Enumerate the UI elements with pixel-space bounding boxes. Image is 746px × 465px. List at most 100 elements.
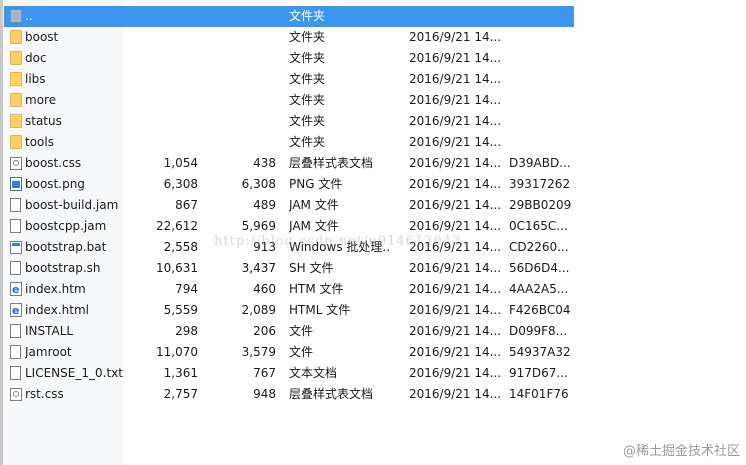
file-icon — [10, 324, 21, 338]
file-icon — [10, 261, 21, 275]
file-crc: 39317262 — [509, 177, 571, 191]
file-modified: 2016/9/21 14... — [409, 114, 501, 128]
file-row[interactable]: boost 文件夹 2016/9/21 14... — [4, 27, 574, 48]
html-file-icon — [10, 279, 22, 300]
file-row[interactable]: libs 文件夹 2016/9/21 14... — [4, 69, 574, 90]
file-row[interactable]: INSTALL 298 206 文件 2016/9/21 14... D099F8... — [4, 321, 574, 342]
brand-watermark: @稀土掘金技术社区 — [622, 444, 740, 459]
file-crc: 29BB0209 — [509, 198, 572, 212]
stylesheet-file-icon — [10, 157, 22, 170]
file-row-icon-cell — [8, 279, 24, 300]
file-crc: 14F01F76 — [509, 387, 569, 401]
file-row[interactable]: status 文件夹 2016/9/21 14... — [4, 111, 574, 132]
file-icon — [10, 198, 21, 212]
file-modified: 2016/9/21 14... — [409, 177, 501, 191]
file-type: 文件夹 — [289, 30, 326, 44]
file-size: 5,559 — [163, 303, 198, 317]
file-row[interactable]: index.html 5,559 2,089 HTML 文件 2016/9/21 14.… — [4, 300, 574, 321]
file-type: 文本文档 — [289, 366, 338, 380]
file-modified: 2016/9/21 14... — [409, 387, 501, 401]
folder-icon — [10, 51, 22, 65]
up-folder-icon — [10, 9, 22, 23]
file-row[interactable]: boost-build.jam 867 489 JAM 文件 2016/9/21 14.… — [4, 195, 574, 216]
file-modified: 2016/9/21 14... — [409, 51, 501, 65]
file-type: 文件夹 — [289, 93, 326, 107]
file-modified: 2016/9/21 14... — [409, 282, 501, 296]
file-row-icon-cell — [8, 384, 24, 405]
file-type: 文件 — [289, 324, 314, 338]
folder-icon — [10, 72, 22, 86]
file-row-icon-cell — [8, 111, 24, 132]
file-size: 6,308 — [163, 177, 198, 191]
file-size: 22,612 — [156, 219, 198, 233]
file-row-icon-cell — [8, 237, 24, 258]
file-type: PNG 文件 — [289, 177, 343, 191]
file-name: boost-build.jam — [25, 198, 119, 212]
file-modified: 2016/9/21 14... — [409, 303, 501, 317]
file-name: bootstrap.sh — [25, 261, 101, 275]
file-name: boost — [25, 30, 59, 44]
file-crc: 0C165C... — [509, 219, 568, 233]
file-modified: 2016/9/21 14... — [409, 366, 501, 380]
file-type: 文件夹 — [289, 135, 326, 149]
file-type: 文件 — [289, 345, 314, 359]
file-name: boost.png — [25, 177, 85, 191]
file-row[interactable]: more 文件夹 2016/9/21 14... — [4, 90, 574, 111]
file-type: 层叠样式表文档 — [289, 156, 374, 170]
file-modified: 2016/9/21 14... — [409, 198, 501, 212]
file-modified: 2016/9/21 14... — [409, 30, 501, 44]
file-row[interactable]: index.htm 794 460 HTM 文件 2016/9/21 14... 4AA2… — [4, 279, 574, 300]
file-row[interactable]: boost.css 1,054 438 层叠样式表文档 2016/9/21 14... D… — [4, 153, 574, 174]
file-row[interactable]: boost.png 6,308 6,308 PNG 文件 2016/9/21 14...… — [4, 174, 574, 195]
file-packed-size: 206 — [253, 324, 276, 338]
file-type: 文件夹 — [289, 9, 326, 23]
file-row-icon-cell — [8, 216, 24, 237]
file-row-icon-cell — [8, 27, 24, 48]
file-row-icon-cell — [8, 195, 24, 216]
file-row[interactable]: bootstrap.sh 10,631 3,437 SH 文件 2016/9/21 14… — [4, 258, 574, 279]
file-row[interactable]: bootstrap.bat 2,558 913 Windows 批处理... 2016/… — [4, 237, 574, 258]
file-name: .. — [25, 9, 33, 23]
stylesheet-file-icon — [10, 388, 22, 401]
image-file-icon — [10, 177, 22, 191]
folder-icon — [10, 114, 22, 128]
file-row[interactable]: boostcpp.jam 22,612 5,969 JAM 文件 2016/9/21 1… — [4, 216, 574, 237]
file-icon — [10, 219, 21, 233]
file-row[interactable]: .. 文件夹 — [4, 6, 574, 27]
file-modified: 2016/9/21 14... — [409, 345, 501, 359]
file-name: INSTALL — [25, 324, 74, 338]
file-icon — [10, 345, 21, 359]
file-packed-size: 438 — [253, 156, 276, 170]
file-type: Windows 批处理... — [289, 240, 389, 254]
file-type: JAM 文件 — [289, 219, 339, 233]
file-crc: F426BC04 — [509, 303, 571, 317]
file-name: bootstrap.bat — [25, 240, 107, 254]
file-row-icon-cell — [8, 132, 24, 153]
file-name: boost.css — [25, 156, 82, 170]
file-row-icon-cell — [8, 321, 24, 342]
file-row[interactable]: Jamroot 11,070 3,579 文件 2016/9/21 14... 54937… — [4, 342, 574, 363]
file-packed-size: 6,308 — [241, 177, 276, 191]
file-row-icon-cell — [8, 342, 24, 363]
file-name: boostcpp.jam — [25, 219, 107, 233]
file-name: rst.css — [25, 387, 64, 401]
file-type: 文件夹 — [289, 51, 326, 65]
folder-icon — [10, 30, 22, 44]
file-modified: 2016/9/21 14... — [409, 219, 501, 233]
file-crc: 917D67... — [509, 366, 568, 380]
file-packed-size: 5,969 — [241, 219, 276, 233]
file-row[interactable]: tools 文件夹 2016/9/21 14... — [4, 132, 574, 153]
file-row[interactable]: LICENSE_1_0.txt 1,361 767 文本文档 2016/9/21 14.… — [4, 363, 574, 384]
file-list[interactable]: .. 文件夹 boost 文件夹 2016/9/21 14... doc 文件夹 2016/9… — [4, 6, 574, 405]
file-packed-size: 948 — [253, 387, 276, 401]
file-modified: 2016/9/21 14... — [409, 240, 501, 254]
file-row[interactable]: doc 文件夹 2016/9/21 14... — [4, 48, 574, 69]
file-crc: D099F8... — [509, 324, 568, 338]
file-row[interactable]: rst.css 2,757 948 层叠样式表文档 2016/9/21 14... 14F… — [4, 384, 574, 405]
file-icon — [10, 366, 21, 380]
file-name: more — [25, 93, 57, 107]
file-packed-size: 489 — [253, 198, 276, 212]
file-type: 层叠样式表文档 — [289, 387, 374, 401]
folder-icon — [10, 135, 22, 149]
file-name: tools — [25, 135, 54, 149]
